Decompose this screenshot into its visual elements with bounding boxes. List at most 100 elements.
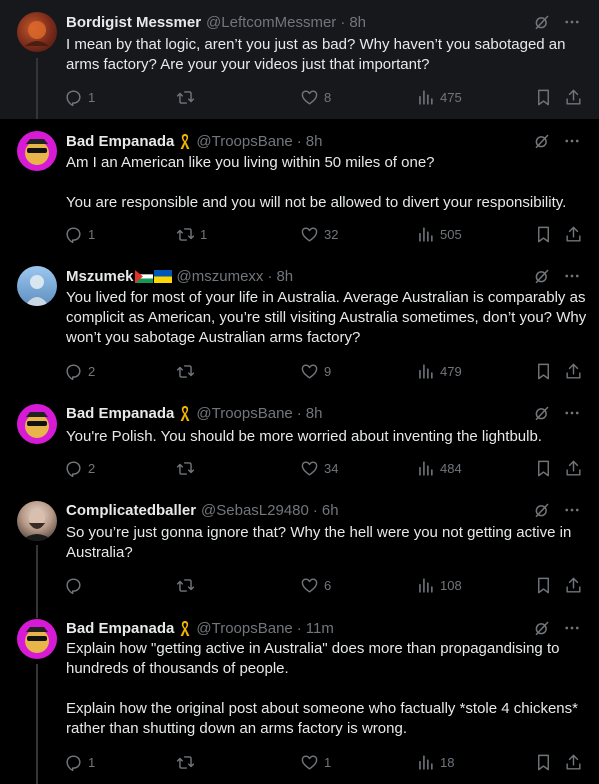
tweet[interactable]: Bordigist Messmer @LeftcomMessmer · 8h I… [0, 0, 599, 119]
thread-line [36, 58, 38, 119]
bookmark-button[interactable] [534, 86, 553, 108]
avatar[interactable] [17, 404, 57, 444]
more-icon[interactable] [563, 619, 581, 637]
tweet[interactable]: Bad Empanada @TroopsBane · 8h You're Pol… [0, 391, 599, 487]
views-button[interactable]: 475 [416, 86, 462, 108]
share-button[interactable] [564, 86, 583, 108]
avatar[interactable] [17, 131, 57, 171]
bookmark-icon [538, 363, 549, 379]
share-button[interactable] [564, 751, 583, 773]
tweet-text: So you’re just gonna ignore that? Why th… [66, 524, 575, 561]
share-button[interactable] [564, 574, 583, 596]
grok-icon[interactable] [533, 267, 551, 285]
retweet-button[interactable] [176, 751, 200, 773]
timestamp[interactable]: 8h [306, 405, 323, 422]
avatar[interactable] [17, 12, 57, 52]
ribbon-icon [179, 404, 191, 422]
action-bar: 2 34 484 [64, 457, 589, 479]
avatar[interactable] [17, 619, 57, 659]
more-icon[interactable] [563, 132, 581, 150]
display-name[interactable]: Complicatedballer [66, 502, 196, 519]
user-handle[interactable]: @TroopsBane [196, 405, 292, 422]
separator: · [312, 501, 318, 519]
like-count: 32 [324, 226, 339, 242]
views-button[interactable]: 479 [416, 360, 462, 382]
like-button[interactable]: 6 [300, 574, 331, 596]
avatar[interactable] [17, 501, 57, 541]
separator: · [296, 132, 302, 150]
display-name[interactable]: Bad Empanada [66, 133, 174, 150]
tweet[interactable]: Mszumek @mszumexx · 8h You lived for mos… [0, 255, 599, 391]
share-icon [566, 577, 581, 593]
display-name[interactable]: Mszumek [66, 268, 134, 285]
views-button[interactable]: 505 [416, 223, 462, 245]
reply-button[interactable]: 2 [64, 457, 95, 479]
grok-icon[interactable] [533, 132, 551, 150]
retweet-button[interactable] [176, 360, 200, 382]
tweet-text: I mean by that logic, aren’t you just as… [66, 36, 570, 73]
share-icon [566, 226, 581, 242]
display-name[interactable]: Bad Empanada [66, 405, 174, 422]
reply-button[interactable]: 1 [64, 223, 95, 245]
header-icons [533, 618, 581, 638]
bookmark-button[interactable] [534, 360, 553, 382]
tweet[interactable]: Bad Empanada @TroopsBane · 11m Explain h… [0, 606, 599, 784]
reply-button[interactable] [64, 574, 88, 596]
user-handle[interactable]: @TroopsBane [196, 133, 292, 150]
user-handle[interactable]: @LeftcomMessmer [206, 14, 336, 31]
header-icons [533, 266, 581, 286]
more-icon[interactable] [563, 501, 581, 519]
views-icon [419, 89, 433, 105]
grok-icon[interactable] [533, 404, 551, 422]
timestamp[interactable]: 8h [306, 133, 323, 150]
tweet[interactable]: Bad Empanada @TroopsBane · 8h Am I an Am… [0, 119, 599, 255]
bookmark-button[interactable] [534, 751, 553, 773]
more-icon[interactable] [563, 404, 581, 422]
more-icon[interactable] [563, 13, 581, 31]
grok-icon[interactable] [533, 13, 551, 31]
views-button[interactable]: 484 [416, 457, 462, 479]
grok-icon[interactable] [533, 619, 551, 637]
share-button[interactable] [564, 223, 583, 245]
user-handle[interactable]: @mszumexx [177, 268, 264, 285]
tweet[interactable]: Complicatedballer @SebasL29480 · 6h So y… [0, 487, 599, 606]
retweet-button[interactable]: 1 [176, 223, 207, 245]
heart-icon [301, 577, 318, 593]
retweet-button[interactable] [176, 574, 200, 596]
reply-icon [66, 754, 81, 771]
like-button[interactable]: 8 [300, 86, 331, 108]
grok-icon[interactable] [533, 501, 551, 519]
reply-count: 2 [88, 363, 96, 379]
reply-count: 1 [88, 754, 96, 770]
reply-icon [66, 577, 81, 594]
reply-icon [66, 89, 81, 106]
timestamp[interactable]: 6h [322, 502, 339, 519]
share-button[interactable] [564, 360, 583, 382]
like-button[interactable]: 1 [300, 751, 331, 773]
views-button[interactable]: 108 [416, 574, 462, 596]
avatar[interactable] [17, 266, 57, 306]
like-button[interactable]: 34 [300, 457, 338, 479]
retweet-button[interactable] [176, 86, 200, 108]
timestamp[interactable]: 8h [349, 14, 366, 31]
action-bar: 1 1 18 [64, 751, 589, 773]
reply-button[interactable]: 1 [64, 751, 95, 773]
timestamp[interactable]: 8h [276, 268, 293, 285]
header-icons [533, 500, 581, 520]
share-button[interactable] [564, 457, 583, 479]
retweet-button[interactable] [176, 457, 200, 479]
bookmark-button[interactable] [534, 457, 553, 479]
user-handle[interactable]: @SebasL29480 [201, 502, 309, 519]
bookmark-button[interactable] [534, 223, 553, 245]
like-button[interactable]: 9 [300, 360, 331, 382]
timestamp[interactable]: 11m [306, 620, 334, 637]
reply-button[interactable]: 2 [64, 360, 95, 382]
views-button[interactable]: 18 [416, 751, 454, 773]
more-icon[interactable] [563, 267, 581, 285]
like-button[interactable]: 32 [300, 223, 338, 245]
display-name[interactable]: Bad Empanada [66, 620, 174, 637]
display-name[interactable]: Bordigist Messmer [66, 14, 201, 31]
bookmark-button[interactable] [534, 574, 553, 596]
user-handle[interactable]: @TroopsBane [196, 620, 292, 637]
reply-button[interactable]: 1 [64, 86, 95, 108]
